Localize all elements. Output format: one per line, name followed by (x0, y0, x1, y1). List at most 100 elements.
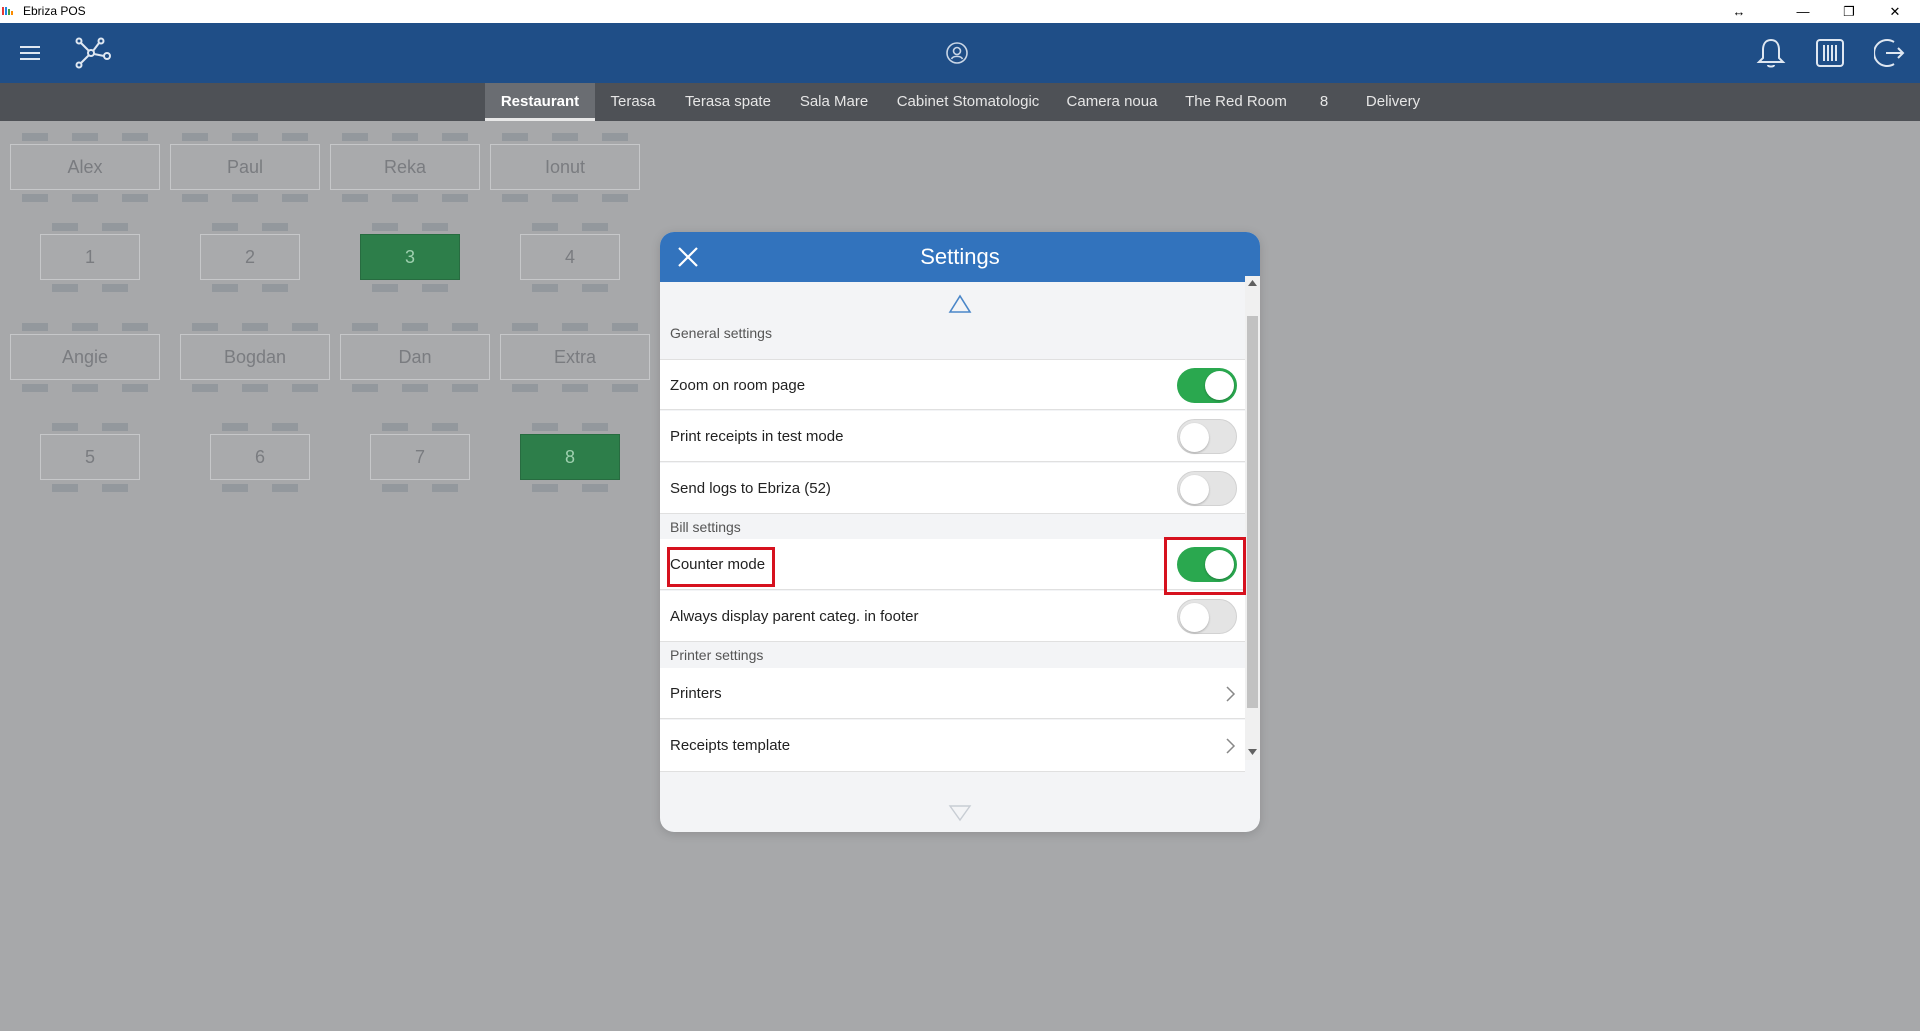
table-3[interactable]: 3 (360, 234, 460, 280)
chair (72, 323, 98, 331)
dialog-title: Settings (920, 244, 1000, 269)
setting-receipts-template[interactable]: Receipts template (660, 720, 1245, 772)
table-8[interactable]: 8 (520, 434, 620, 480)
chair (102, 284, 128, 292)
table-6[interactable]: 6 (210, 434, 310, 480)
settings-dialog: Settings General settings Zoom on room p… (660, 232, 1260, 832)
chair (102, 484, 128, 492)
chair (422, 284, 448, 292)
tab-cabinet-stomatologic[interactable]: Cabinet Stomatologic (890, 83, 1046, 121)
section-bill-settings: Bill settings (670, 519, 741, 535)
chair (282, 194, 308, 202)
chair (292, 323, 318, 331)
setting-send-logs: Send logs to Ebriza (52) (660, 463, 1245, 514)
test-mode-toggle[interactable] (1177, 419, 1237, 454)
chair (272, 484, 298, 492)
menu-icon[interactable] (12, 39, 48, 67)
user-badge-icon[interactable] (944, 40, 970, 66)
chair (432, 484, 458, 492)
restore-button[interactable]: ❐ (1826, 0, 1872, 23)
tab-terasa[interactable]: Terasa (603, 83, 663, 121)
chair (192, 384, 218, 392)
chair (372, 223, 398, 231)
setting-zoom-on-room-page: Zoom on room page (660, 359, 1245, 410)
send-logs-toggle[interactable] (1177, 471, 1237, 506)
chair (102, 223, 128, 231)
table-paul[interactable]: Paul (170, 144, 320, 190)
table-ionut[interactable]: Ionut (490, 144, 640, 190)
minimize-button[interactable]: — (1780, 0, 1826, 23)
toggle-knob (1205, 371, 1234, 400)
chair (562, 323, 588, 331)
chair (432, 423, 458, 431)
chair (192, 323, 218, 331)
close-window-button[interactable]: ✕ (1872, 0, 1918, 23)
chair (502, 194, 528, 202)
chair (602, 133, 628, 141)
table-alex[interactable]: Alex (10, 144, 160, 190)
toggle-knob (1180, 423, 1209, 452)
zoom-toggle[interactable] (1177, 368, 1237, 403)
table-reka[interactable]: Reka (330, 144, 480, 190)
room-tabs: Restaurant Terasa Terasa spate Sala Mare… (0, 83, 1920, 121)
table-dan[interactable]: Dan (340, 334, 490, 380)
dialog-scrollbar[interactable] (1245, 276, 1260, 760)
tab-8[interactable]: 8 (1312, 83, 1336, 121)
table-5[interactable]: 5 (40, 434, 140, 480)
chair (532, 423, 558, 431)
tab-delivery[interactable]: Delivery (1356, 83, 1430, 121)
logout-icon[interactable] (1872, 35, 1908, 71)
chair (442, 194, 468, 202)
setting-printers[interactable]: Printers (660, 668, 1245, 719)
setting-label: Send logs to Ebriza (52) (670, 480, 831, 497)
chair (52, 423, 78, 431)
chair (232, 133, 258, 141)
network-icon[interactable] (72, 35, 116, 71)
chair (582, 284, 608, 292)
window-title: Ebriza POS (23, 4, 86, 18)
table-angie[interactable]: Angie (10, 334, 160, 380)
chair (552, 133, 578, 141)
scroll-down-icon[interactable] (948, 804, 972, 822)
chair (372, 284, 398, 292)
chair (222, 423, 248, 431)
cash-register-icon[interactable] (1812, 35, 1848, 71)
table-bogdan[interactable]: Bogdan (180, 334, 330, 380)
chair (72, 384, 98, 392)
resize-button[interactable]: ↔ (1716, 0, 1762, 23)
chair (22, 133, 48, 141)
tab-restaurant[interactable]: Restaurant (485, 83, 595, 121)
scroll-arrow-down-icon[interactable] (1248, 748, 1257, 756)
section-printer-settings: Printer settings (670, 647, 764, 663)
table-2[interactable]: 2 (200, 234, 300, 280)
scroll-up-icon[interactable] (948, 294, 972, 314)
parent-categ-toggle[interactable] (1177, 599, 1237, 634)
table-7[interactable]: 7 (370, 434, 470, 480)
chair (352, 384, 378, 392)
chair (562, 384, 588, 392)
tab-terasa-spate[interactable]: Terasa spate (680, 83, 776, 121)
chair (552, 194, 578, 202)
tab-the-red-room[interactable]: The Red Room (1180, 83, 1292, 121)
scroll-arrow-up-icon[interactable] (1248, 279, 1257, 287)
chair (582, 223, 608, 231)
chair (512, 384, 538, 392)
setting-label: Printers (670, 685, 722, 702)
chair (22, 194, 48, 202)
chair (22, 323, 48, 331)
highlight-counter-mode-toggle (1164, 537, 1246, 595)
bell-icon[interactable] (1754, 35, 1788, 71)
tab-sala-mare[interactable]: Sala Mare (794, 83, 874, 121)
table-extra[interactable]: Extra (500, 334, 650, 380)
close-icon[interactable] (670, 239, 706, 275)
chair (122, 384, 148, 392)
chair (532, 223, 558, 231)
tab-camera-noua[interactable]: Camera noua (1064, 83, 1160, 121)
chair (582, 423, 608, 431)
scrollbar-thumb[interactable] (1247, 316, 1258, 708)
chair (102, 423, 128, 431)
setting-label: Receipts template (670, 737, 791, 754)
chair (122, 194, 148, 202)
table-4[interactable]: 4 (520, 234, 620, 280)
table-1[interactable]: 1 (40, 234, 140, 280)
